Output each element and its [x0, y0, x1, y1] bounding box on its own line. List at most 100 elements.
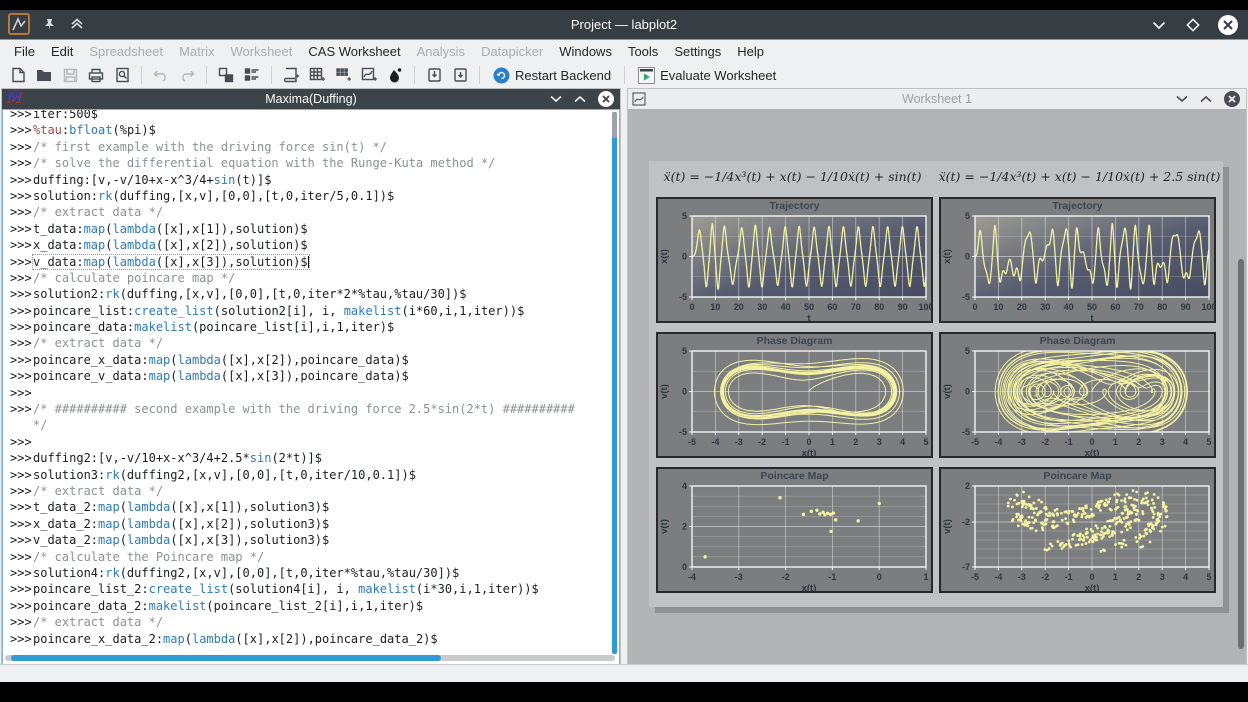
- export-icon[interactable]: [448, 64, 472, 86]
- console-line[interactable]: >>>/* extract data */: [3, 483, 605, 499]
- menu-item-file[interactable]: File: [6, 42, 43, 61]
- worksheet-page[interactable]: ẍ(t) = −1/4x³(t) + x(t) − 1/10ẋ(t) + sin…: [649, 161, 1223, 607]
- new-spreadsheet-icon[interactable]: [305, 64, 329, 86]
- menu-item-windows[interactable]: Windows: [551, 42, 620, 61]
- svg-text:2: 2: [965, 481, 970, 491]
- console-line[interactable]: >>>/* ########## second example with the…: [3, 401, 605, 417]
- open-project-icon[interactable]: [32, 64, 56, 86]
- console-line[interactable]: >>>poincare_x_data:map(lambda([x],x[2]),…: [3, 352, 605, 368]
- console-line[interactable]: >>>/* solve the differential equation wi…: [3, 155, 605, 171]
- console-line[interactable]: >>>poincare_list_2:create_list(solution4…: [3, 581, 605, 597]
- new-worksheet-icon[interactable]: [357, 64, 381, 86]
- new-cas-worksheet-icon[interactable]: [279, 64, 303, 86]
- menu-item-cas-worksheet[interactable]: CAS Worksheet: [300, 42, 408, 61]
- svg-text:5: 5: [682, 211, 687, 221]
- svg-text:5: 5: [1206, 572, 1211, 582]
- console-line[interactable]: >>>poincare_v_data:map(lambda([x],x[3]),…: [3, 368, 605, 384]
- worksheet-minimize-icon[interactable]: [1176, 90, 1188, 108]
- menu-item-settings[interactable]: Settings: [666, 42, 729, 61]
- console-line[interactable]: >>>/* extract data */: [3, 204, 605, 220]
- console-horizontal-scrollbar[interactable]: [5, 655, 615, 661]
- console-titlebar[interactable]: M Maxima(Duffing): [2, 89, 620, 109]
- console-line[interactable]: >>>/* calculate the Poincare map */: [3, 549, 605, 565]
- console-line[interactable]: >>>x_data:map(lambda([x],x[2]),solution)…: [3, 237, 605, 253]
- worksheet-view[interactable]: ẍ(t) = −1/4x³(t) + x(t) − 1/10ẋ(t) + sin…: [628, 109, 1246, 665]
- menu-item-edit[interactable]: Edit: [43, 42, 81, 61]
- maxima-icon: M: [6, 90, 22, 106]
- print-preview-icon[interactable]: [110, 64, 134, 86]
- worksheet-close-icon[interactable]: [1224, 91, 1240, 107]
- svg-text:x(t): x(t): [942, 249, 953, 264]
- ink-drop-icon[interactable]: [383, 64, 407, 86]
- console-prompt: >>>: [3, 221, 33, 237]
- shade-up-icon[interactable]: [68, 15, 86, 33]
- console-prompt: >>>: [3, 286, 33, 302]
- console-line[interactable]: >>>/* extract data */: [3, 335, 605, 351]
- console-line[interactable]: >>>solution2:rk(duffing,[x,v],[0,0],[t,0…: [3, 286, 605, 302]
- new-matrix-icon[interactable]: [331, 64, 355, 86]
- plot-phase2[interactable]: Phase Diagram-5-4-3-2-1012345-505x(t)v(t…: [939, 332, 1216, 458]
- console-line[interactable]: >>>solution4:rk(duffing2,[x,v],[0,0],[t,…: [3, 565, 605, 581]
- console-line[interactable]: >>>x_data_2:map(lambda([x],x[2]),solutio…: [3, 516, 605, 532]
- import-icon[interactable]: [422, 64, 446, 86]
- maximize-icon[interactable]: [1184, 16, 1202, 34]
- console-minimize-icon[interactable]: [550, 90, 562, 108]
- console-line[interactable]: >>>v_data_2:map(lambda([x],x[3]),solutio…: [3, 532, 605, 548]
- svg-text:-5: -5: [688, 437, 696, 447]
- console-editor[interactable]: >>>iter:500$>>>%tau:bfloat(%pi)$>>>/* fi…: [2, 109, 620, 665]
- console-vertical-scrollbar[interactable]: [612, 112, 617, 654]
- console-line[interactable]: >>>v_data:map(lambda([x],x[3]),solution)…: [3, 254, 605, 270]
- console-line[interactable]: >>>/* calculate poincare map */: [3, 270, 605, 286]
- redo-icon[interactable]: [175, 64, 199, 86]
- minimize-icon[interactable]: [1150, 16, 1168, 34]
- evaluate-worksheet-button[interactable]: Evaluate Worksheet: [632, 64, 782, 86]
- close-window-icon[interactable]: [1218, 15, 1238, 35]
- pin-icon[interactable]: [40, 15, 58, 33]
- restart-backend-button[interactable]: Restart Backend: [487, 64, 617, 86]
- console-line[interactable]: >>>iter:500$: [3, 109, 605, 122]
- undo-icon[interactable]: [149, 64, 173, 86]
- plot-traj1[interactable]: Trajectory0102030405060708090100-505tx(t…: [656, 197, 933, 323]
- console-line[interactable]: >>>poincare_data_2:makelist(poincare_lis…: [3, 598, 605, 614]
- console-line[interactable]: >>>duffing2:[v,-v/10+x-x^3/4+2.5*sin(2*t…: [3, 450, 605, 466]
- console-line[interactable]: >>>duffing:[v,-v/10+x-x^3/4+sin(t)]$: [3, 172, 605, 188]
- svg-text:4: 4: [1183, 437, 1188, 447]
- console-close-icon[interactable]: [598, 91, 614, 107]
- save-icon[interactable]: [58, 64, 82, 86]
- plot-traj2[interactable]: Trajectory0102030405060708090100-505tx(t…: [939, 197, 1216, 323]
- console-prompt: >>>: [3, 401, 33, 417]
- console-maximize-icon[interactable]: [574, 90, 586, 108]
- console-line[interactable]: >>>: [3, 385, 605, 401]
- console-line[interactable]: >>>/* first example with the driving for…: [3, 139, 605, 155]
- console-line[interactable]: >>>poincare_x_data_2:map(lambda([x],x[2]…: [3, 631, 605, 647]
- new-project-icon[interactable]: [6, 64, 30, 86]
- menu-item-tools[interactable]: Tools: [620, 42, 666, 61]
- console-line[interactable]: >>>/* extract data */: [3, 614, 605, 630]
- console-prompt: >>>: [3, 434, 33, 450]
- svg-text:3: 3: [1160, 572, 1165, 582]
- console-line[interactable]: >>>%tau:bfloat(%pi)$: [3, 122, 605, 138]
- worksheet-maximize-icon[interactable]: [1200, 90, 1212, 108]
- print-icon[interactable]: [84, 64, 108, 86]
- menu-item-help[interactable]: Help: [729, 42, 772, 61]
- console-line[interactable]: >>>: [3, 434, 605, 450]
- worksheet-titlebar[interactable]: Worksheet 1: [628, 89, 1246, 109]
- plot-phase1[interactable]: Phase Diagram-5-4-3-2-1012345-505x(t)v(t…: [656, 332, 933, 458]
- console-line[interactable]: >>>t_data:map(lambda([x],x[1]),solution)…: [3, 221, 605, 237]
- console-line[interactable]: */: [3, 417, 605, 433]
- console-line[interactable]: >>>poincare_list:create_list(solution2[i…: [3, 303, 605, 319]
- svg-text:-5: -5: [962, 427, 970, 437]
- console-line[interactable]: >>>solution:rk(duffing,[x,v],[0,0],[t,0,…: [3, 188, 605, 204]
- labplot-app-icon[interactable]: [8, 13, 30, 35]
- plot-poincare2[interactable]: Poincare Map-5-4-3-2-10123452-2-7x(t)v(t…: [939, 467, 1216, 593]
- console-line[interactable]: >>>poincare_data:makelist(poincare_list[…: [3, 319, 605, 335]
- console-line[interactable]: >>>solution3:rk(duffing2,[x,v],[0,0],[t,…: [3, 467, 605, 483]
- plot-poincare1[interactable]: Poincare Map-4-3-2-101024x(t)v(t): [656, 467, 933, 593]
- new-workbook-icon[interactable]: [214, 64, 238, 86]
- worksheet-vertical-scrollbar[interactable]: [1238, 259, 1244, 649]
- console-prompt: >>>: [3, 483, 33, 499]
- plot-title: Poincare Map: [658, 470, 931, 482]
- application-window: Project — labplot2 FileEditSpreadsheetMa…: [0, 10, 1248, 682]
- new-datapicker-icon[interactable]: [240, 64, 264, 86]
- console-line[interactable]: >>>t_data_2:map(lambda([x],x[1]),solutio…: [3, 499, 605, 515]
